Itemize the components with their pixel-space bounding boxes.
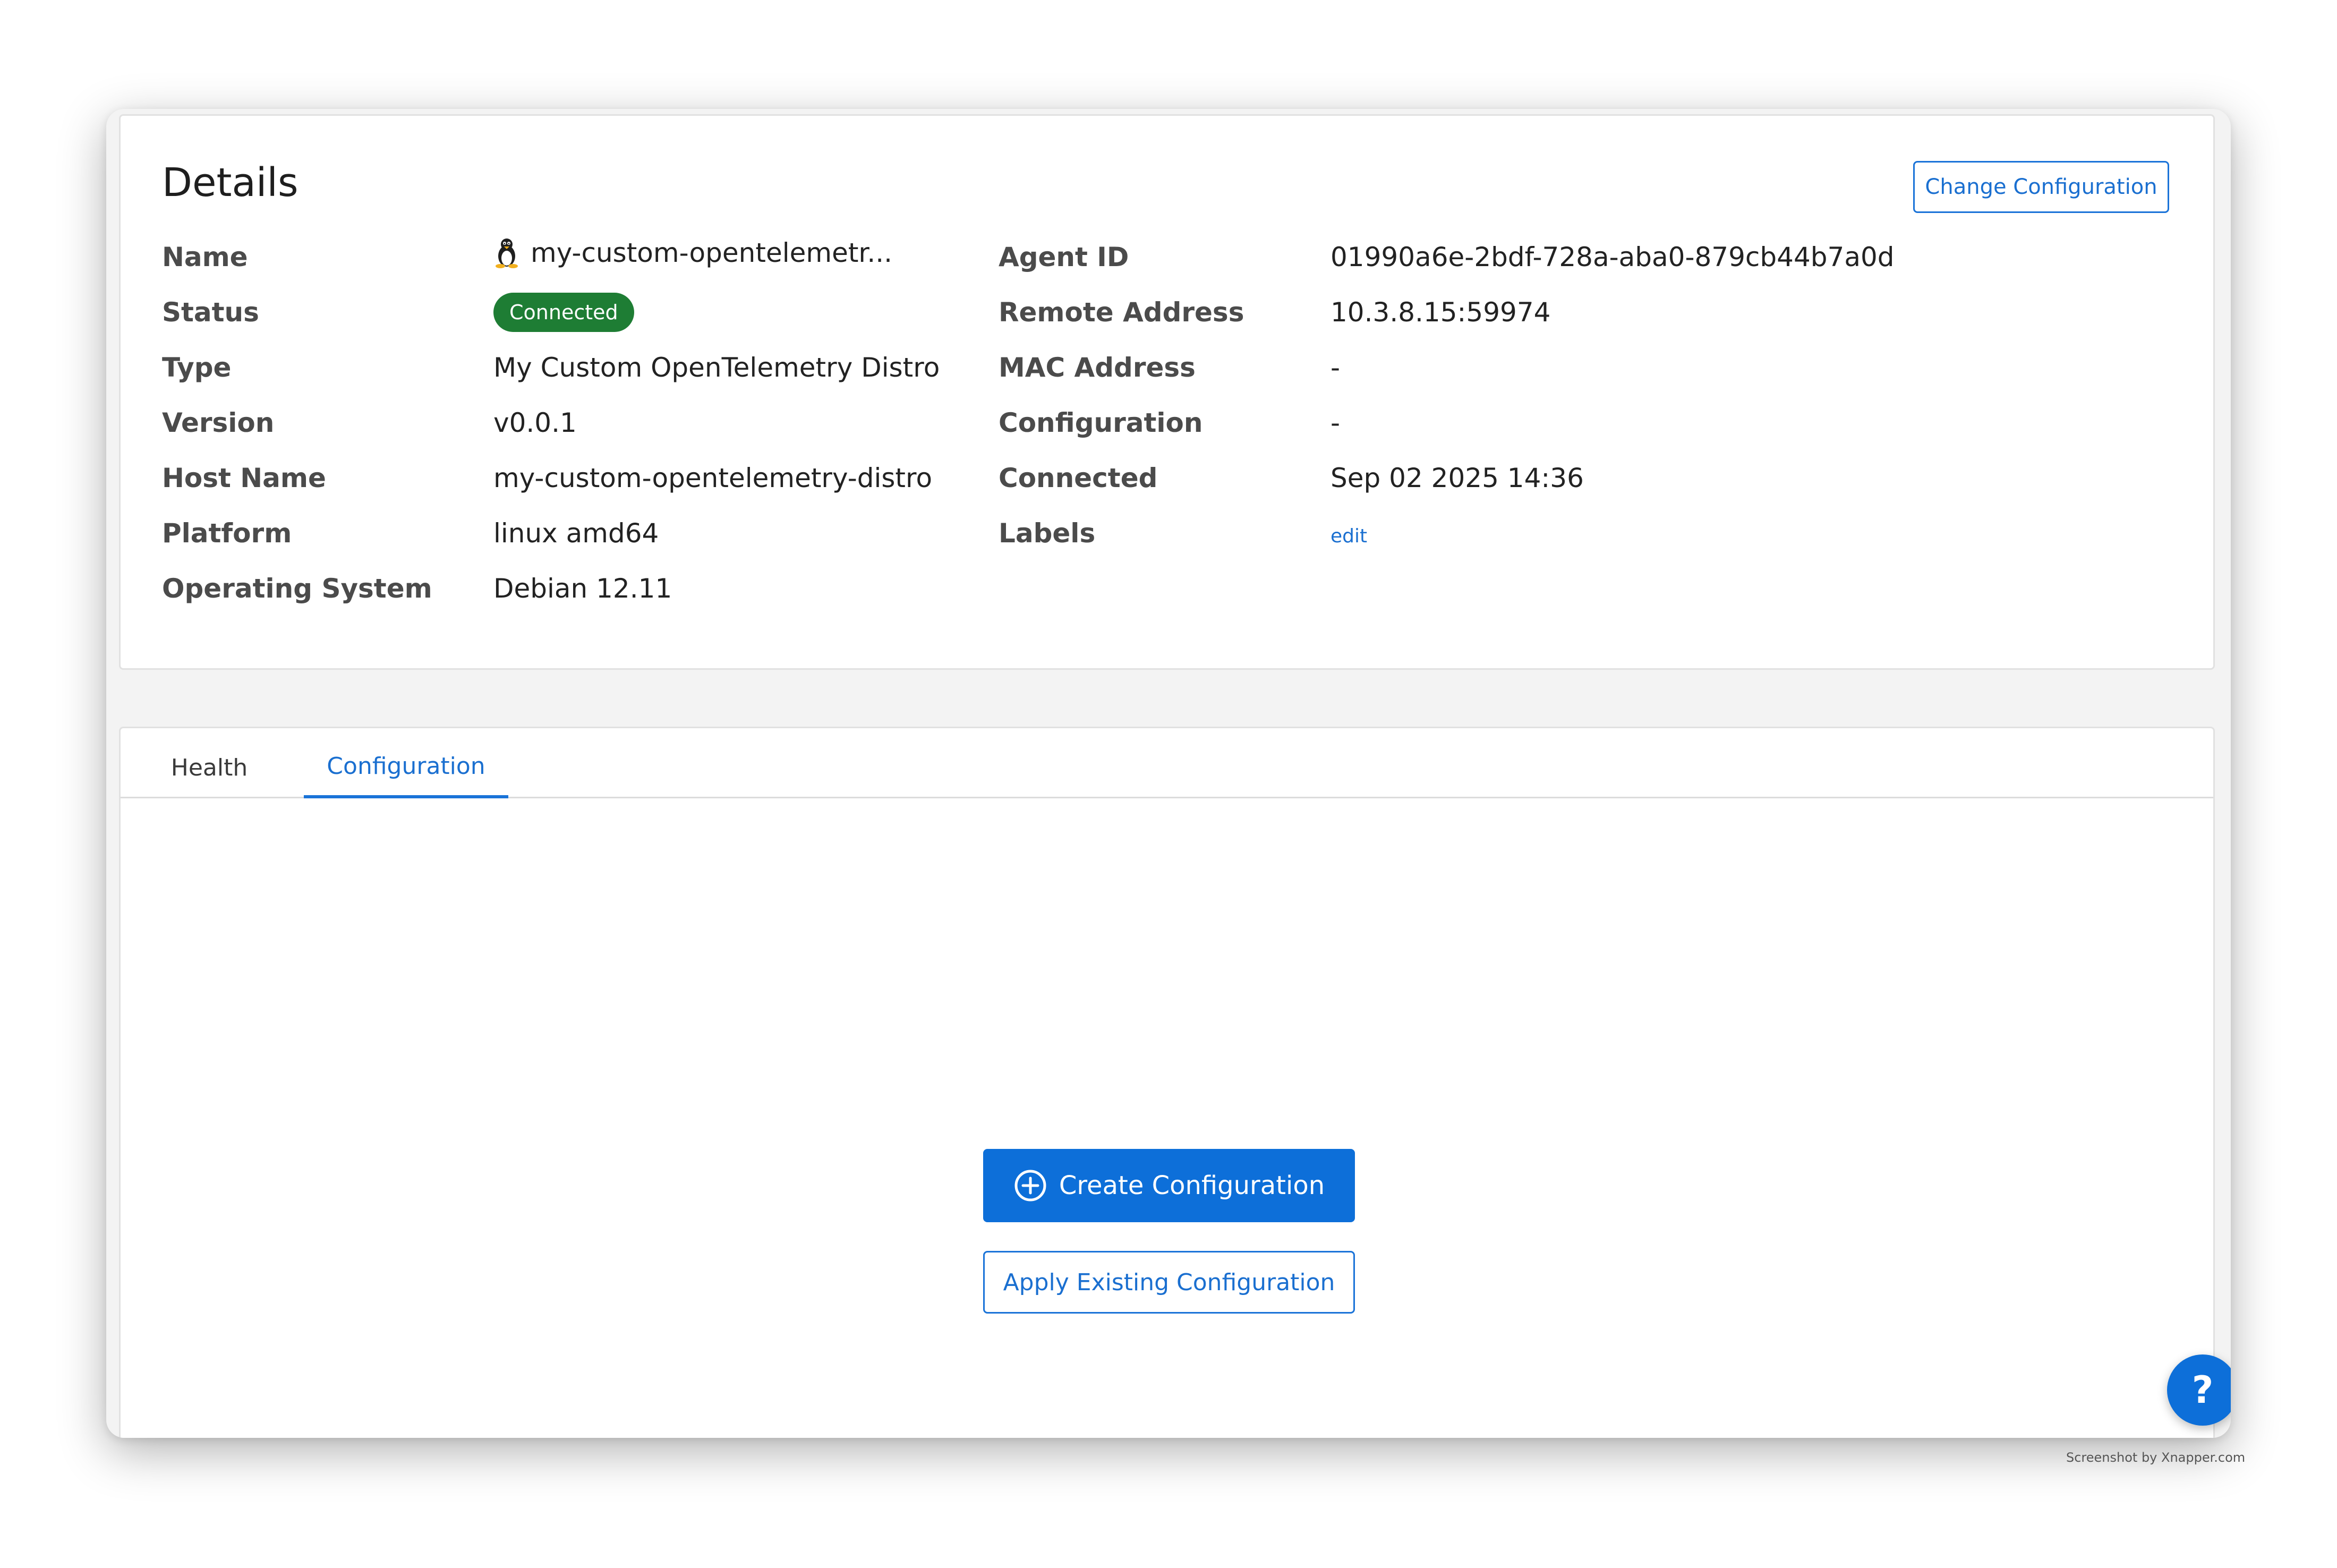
app-window: Details Change Configuration Name my-cus… — [106, 109, 2231, 1438]
tab-configuration[interactable]: Configuration — [304, 728, 508, 798]
tab-bar: Health Configuration — [121, 728, 2213, 798]
type-value: My Custom OpenTelemetry Distro — [493, 352, 940, 383]
screenshot-watermark: Screenshot by Xnapper.com — [2066, 1450, 2246, 1465]
configuration-label: Configuration — [999, 407, 1203, 438]
agent-id-label: Agent ID — [999, 242, 1129, 272]
change-configuration-button[interactable]: Change Configuration — [1913, 161, 2169, 213]
platform-value: linux amd64 — [493, 518, 659, 549]
remote-address-label: Remote Address — [999, 297, 1244, 328]
operating-system-label: Operating System — [162, 573, 432, 604]
configuration-value: - — [1330, 407, 1341, 438]
details-title: Details — [162, 160, 298, 206]
name-label: Name — [162, 242, 248, 272]
help-icon: ? — [2191, 1368, 2214, 1412]
linux-tux-icon — [493, 237, 520, 269]
agent-name: my-custom-opentelemetr... — [493, 237, 892, 269]
platform-label: Platform — [162, 518, 292, 549]
connected-label: Connected — [999, 463, 1158, 493]
labels-label: Labels — [999, 518, 1096, 549]
details-card: Details Change Configuration Name my-cus… — [119, 114, 2215, 670]
status-badge: Connected — [493, 293, 634, 332]
agent-id-value: 01990a6e-2bdf-728a-aba0-879cb44b7a0d — [1330, 242, 1895, 272]
version-value: v0.0.1 — [493, 407, 577, 438]
host-name-label: Host Name — [162, 463, 326, 493]
remote-address-value: 10.3.8.15:59974 — [1330, 297, 1551, 328]
create-configuration-button[interactable]: Create Configuration — [983, 1149, 1355, 1222]
host-name-value: my-custom-opentelemetry-distro — [493, 463, 933, 493]
version-label: Version — [162, 407, 275, 438]
connected-value: Sep 02 2025 14:36 — [1330, 463, 1584, 493]
status-label: Status — [162, 297, 259, 328]
configuration-card: Health Configuration Create Configuratio… — [119, 727, 2215, 1438]
operating-system-value: Debian 12.11 — [493, 573, 672, 604]
mac-address-value: - — [1330, 352, 1341, 383]
type-label: Type — [162, 352, 232, 383]
mac-address-label: MAC Address — [999, 352, 1196, 383]
create-configuration-label: Create Configuration — [1059, 1171, 1325, 1200]
name-value: my-custom-opentelemetr... — [531, 237, 893, 268]
tab-health[interactable]: Health — [162, 728, 257, 798]
apply-existing-configuration-button[interactable]: Apply Existing Configuration — [983, 1251, 1355, 1314]
plus-circle-icon — [1013, 1169, 1047, 1203]
labels-edit-link[interactable]: edit — [1330, 527, 1367, 546]
